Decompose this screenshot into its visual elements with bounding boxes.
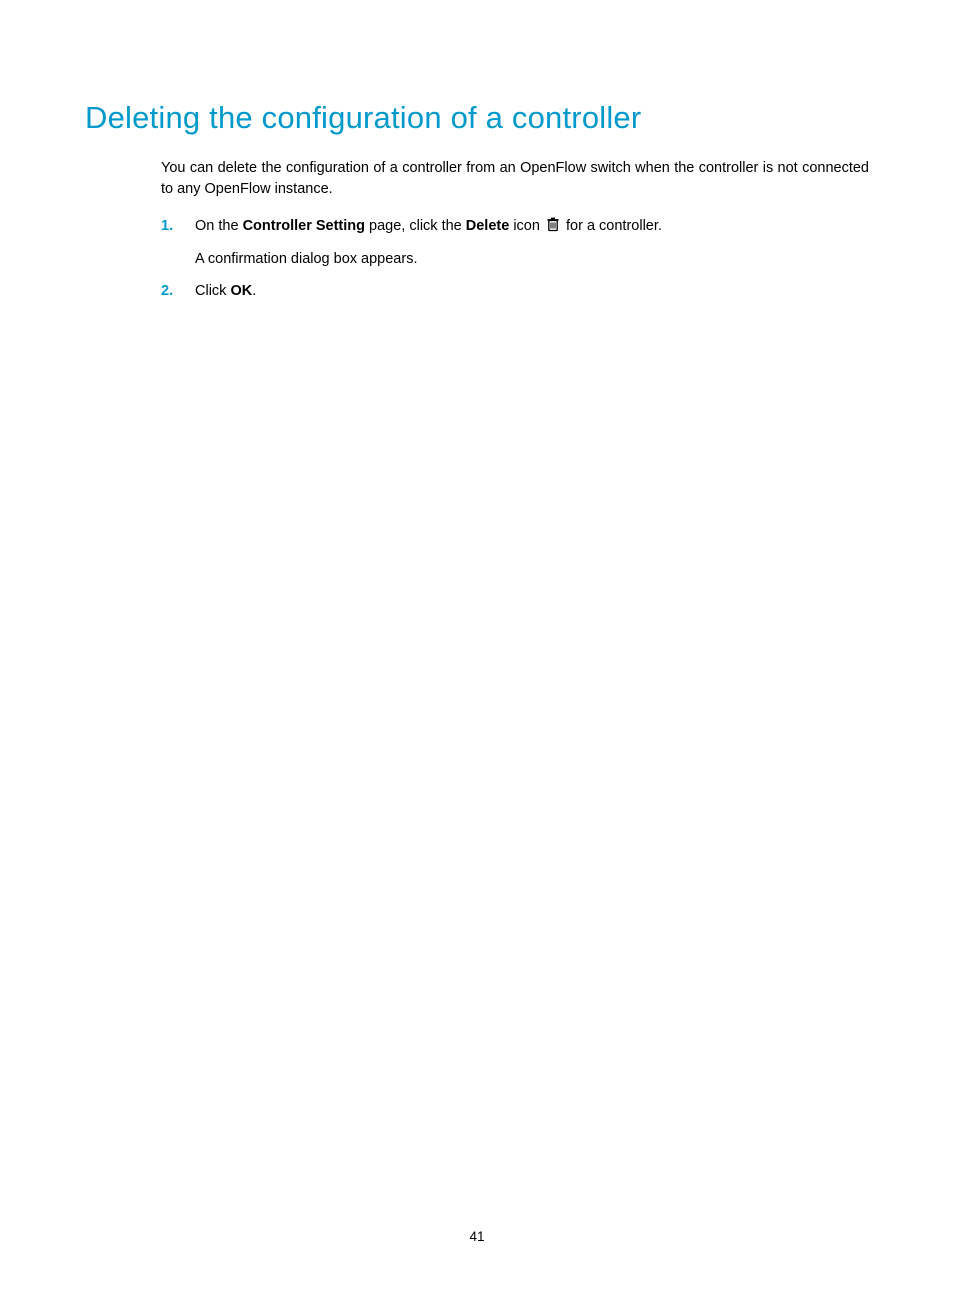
step-text-line: Click OK. [195,280,869,302]
step-subtext: A confirmation dialog box appears. [195,248,869,270]
text-span: Click [195,283,230,299]
step-text-line: On the Controller Setting page, click th… [195,215,869,239]
text-span: icon [509,218,544,234]
bold-text: Controller Setting [243,218,365,234]
step-number: 1. [161,215,173,237]
text-span: for a controller. [566,218,662,234]
document-page: Deleting the configuration of a controll… [0,0,954,1296]
step-list: 1. On the Controller Setting page, click… [161,215,869,302]
text-span: . [252,283,256,299]
intro-paragraph: You can delete the configuration of a co… [161,158,869,202]
text-span: On the [195,218,243,234]
step-number: 2. [161,280,173,302]
step-item-2: 2. Click OK. [161,280,869,302]
trash-icon [546,217,560,239]
text-span: page, click the [365,218,466,234]
body-content: You can delete the configuration of a co… [161,158,869,303]
bold-text: Delete [466,218,510,234]
section-heading: Deleting the configuration of a controll… [85,100,869,136]
step-item-1: 1. On the Controller Setting page, click… [161,215,869,270]
bold-text: OK [230,283,252,299]
page-number: 41 [0,1229,954,1244]
